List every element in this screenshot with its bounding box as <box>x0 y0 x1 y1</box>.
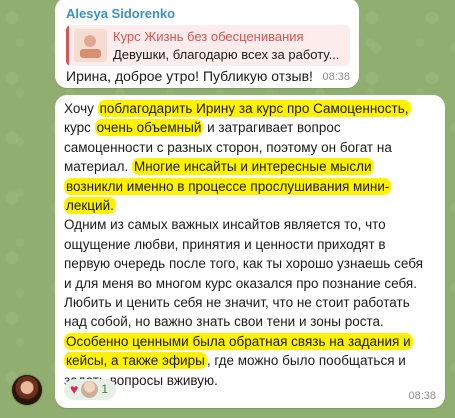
highlighted-text: Многие инсайты и интересные мысли <box>131 158 374 176</box>
message-line: Одним из самых важных инсайтов является … <box>64 215 440 234</box>
reaction-count: 1 <box>101 382 108 396</box>
text-segment: Хочу <box>64 101 98 116</box>
message-line: задать вопросы вживую. <box>64 371 440 390</box>
avatar[interactable] <box>12 375 42 405</box>
text-segment: ощущение любви, принятия и ценности прих… <box>64 236 386 252</box>
message-line: и для меня во многом курс оказался про п… <box>64 274 440 293</box>
reply-title: Курс Жизнь без обесценивания <box>113 29 304 44</box>
text-segment: материал. <box>64 159 132 175</box>
highlighted-text: поблагодарить Ирину за курс про Самоценн… <box>97 100 411 117</box>
highlighted-text: возникли именно в процессе прослушивания… <box>64 177 392 195</box>
message-time: 08:38 <box>408 390 436 402</box>
text-segment: Любить и ценить себя не значит, что не с… <box>64 295 410 311</box>
reply-bar <box>66 25 69 66</box>
reply-preview[interactable]: Курс Жизнь без обесценивания Девушки, бл… <box>66 25 350 66</box>
message-line: над собой, но важно знать свои тени и зо… <box>64 312 440 331</box>
text-segment: самоценности с разных сторон, поэтому он… <box>64 139 392 155</box>
message-bubble-2[interactable]: Хочу поблагодарить Ирину за курс про Сам… <box>55 95 445 408</box>
heart-icon: ♥ <box>70 381 79 397</box>
avatar-icon <box>81 380 99 398</box>
text-segment: Одним из самых важных инсайтов является … <box>64 217 386 233</box>
text-segment: над собой, но важно знать свои тени и зо… <box>64 314 384 330</box>
message-line: возникли именно в процессе прослушивания… <box>64 177 440 196</box>
text-segment: первую очередь после того, как ты хорошо… <box>64 256 423 272</box>
message-line: первую очередь после того, как ты хорошо… <box>64 254 440 273</box>
message-line: кейсы, а также эфиры, где можно было поо… <box>64 351 440 370</box>
message-line: Хочу поблагодарить Ирину за курс про Сам… <box>64 99 440 118</box>
reactions: ♥ 1 <box>64 378 116 400</box>
message-bubble-1[interactable]: Alesya Sidorenko Курс Жизнь без обесцени… <box>55 0 359 88</box>
message-time: 08:38 <box>322 71 350 83</box>
text-segment: курс <box>64 120 95 136</box>
sender-name[interactable]: Alesya Sidorenko <box>66 6 175 21</box>
message-text: Ирина, доброе утро! Публикую отзыв! <box>66 68 313 84</box>
message-text: Хочу поблагодарить Ирину за курс про Сам… <box>64 99 440 390</box>
message-line: курс очень объемный и затрагивает вопрос <box>64 118 440 137</box>
highlighted-text: кейсы, а также эфиры <box>64 352 207 370</box>
reply-text: Девушки, благодарю всех за работу... <box>113 47 340 62</box>
reaction-pill[interactable]: ♥ 1 <box>64 378 116 400</box>
reply-thumbnail-image <box>74 29 107 62</box>
highlighted-text: лекций. <box>64 197 116 215</box>
text-segment: и для меня во многом курс оказался про п… <box>64 275 417 291</box>
message-line: Любить и ценить себя не значит, что не с… <box>64 293 440 312</box>
message-line: самоценности с разных сторон, поэтому он… <box>64 138 440 157</box>
highlighted-text: Особенно ценными была обратная связь на … <box>64 332 413 350</box>
message-line: Особенно ценными была обратная связь на … <box>64 332 440 351</box>
reply-thumbnail <box>74 29 107 62</box>
message-line: материал. Многие инсайты и интересные мы… <box>64 157 440 176</box>
message-line: лекций. <box>64 196 440 215</box>
text-segment: и затрагивает вопрос <box>203 120 341 136</box>
highlighted-text: очень объемный <box>94 119 204 137</box>
message-line: ощущение любви, принятия и ценности прих… <box>64 235 440 254</box>
text-segment: , где можно было пообщаться и <box>206 353 406 369</box>
